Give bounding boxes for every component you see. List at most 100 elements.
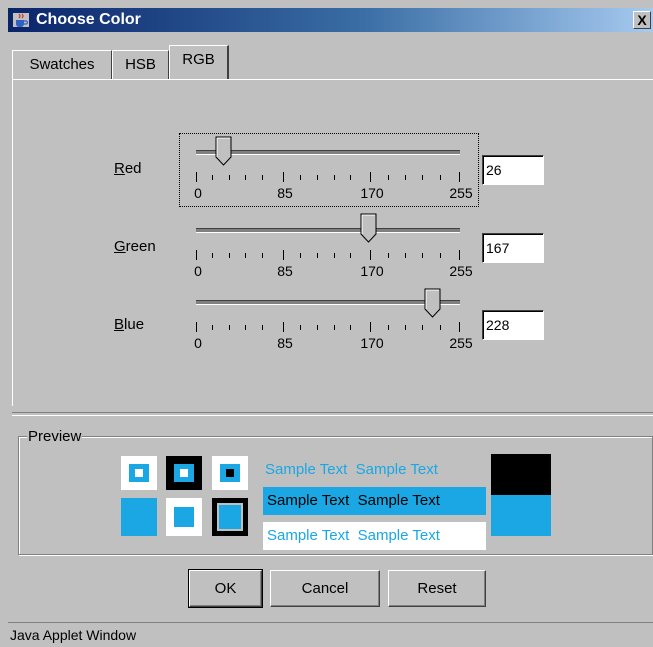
- blue-tick: [245, 325, 246, 330]
- red-slider-track[interactable]: [196, 150, 460, 155]
- reset-button[interactable]: Reset: [388, 570, 486, 607]
- blue-tick: [350, 325, 351, 330]
- green-slider-track[interactable]: [196, 228, 460, 233]
- red-tick: [245, 175, 246, 180]
- green-tick: [317, 253, 318, 258]
- blue-tick-major: [283, 322, 284, 332]
- preview-swatch-inner: [217, 503, 243, 531]
- green-tick: [405, 253, 406, 258]
- window-title: Choose Color: [36, 11, 141, 28]
- preview-color-selected: [491, 495, 551, 536]
- green-tick: [334, 253, 335, 258]
- blue-scale-label: 0: [194, 335, 202, 351]
- blue-slider-track[interactable]: [196, 300, 460, 305]
- blue-label: Blue: [114, 316, 145, 333]
- preview-swatch-inner: [174, 464, 194, 482]
- red-scale-label: 85: [277, 185, 293, 201]
- red-tick: [212, 175, 213, 180]
- rgb-panel: [12, 79, 653, 406]
- red-scale-label: 0: [194, 185, 202, 201]
- green-tick: [262, 253, 263, 258]
- green-tick-major: [196, 250, 197, 260]
- blue-tick: [388, 325, 389, 330]
- red-tick-major: [370, 172, 371, 182]
- red-tick: [405, 175, 406, 180]
- preview-swatch: [166, 498, 202, 536]
- preview-swatch: [121, 456, 157, 490]
- red-tick: [317, 175, 318, 180]
- title-bar[interactable]: Choose Color X: [8, 8, 653, 32]
- blue-scale-label: 85: [277, 335, 293, 351]
- green-tick: [350, 253, 351, 258]
- green-scale-label: 0: [194, 263, 202, 279]
- green-tick: [229, 253, 230, 258]
- red-tick: [440, 175, 441, 180]
- blue-tick: [229, 325, 230, 330]
- preview-swatch-center: [135, 469, 143, 477]
- preview-swatch-inner: [220, 464, 240, 482]
- red-scale-label: 255: [449, 185, 473, 201]
- blue-tick-major: [459, 322, 460, 332]
- tab-swatches[interactable]: Swatches: [12, 50, 112, 79]
- preview-swatch: [121, 498, 157, 536]
- blue-tick: [334, 325, 335, 330]
- green-scale-label: 170: [360, 263, 384, 279]
- sample-text-row: Sample Text Sample Text: [263, 487, 486, 515]
- sample-text: Sample Text: [267, 492, 350, 509]
- ok-button[interactable]: OK: [188, 569, 263, 608]
- preview-swatch-inner: [129, 464, 149, 482]
- red-tick: [262, 175, 263, 180]
- green-tick: [440, 253, 441, 258]
- blue-tick: [440, 325, 441, 330]
- applet-status-bar: Java Applet Window: [8, 622, 653, 647]
- close-button[interactable]: X: [633, 11, 651, 29]
- red-scale-label: 170: [360, 185, 384, 201]
- blue-tick: [300, 325, 301, 330]
- red-tick: [334, 175, 335, 180]
- green-tick-major: [459, 250, 460, 260]
- blue-tick: [422, 325, 423, 330]
- green-scale-label: 255: [449, 263, 473, 279]
- preview-swatch: [212, 456, 248, 490]
- tab-rgb[interactable]: RGB: [169, 45, 229, 80]
- preview-swatch-center: [226, 469, 234, 477]
- blue-scale-label: 255: [449, 335, 473, 351]
- green-tick: [388, 253, 389, 258]
- sample-text: Sample Text: [265, 461, 348, 478]
- preview-swatch: [166, 456, 202, 490]
- red-tick-major: [459, 172, 460, 182]
- blue-tick-major: [370, 322, 371, 332]
- green-value-field[interactable]: 167: [482, 233, 544, 263]
- panel-divider: [12, 412, 653, 416]
- green-tick-major: [283, 250, 284, 260]
- java-cup-icon: [13, 13, 29, 27]
- sample-text: Sample Text: [357, 527, 440, 544]
- sample-text: Sample Text: [357, 492, 440, 509]
- red-tick: [300, 175, 301, 180]
- blue-tick: [405, 325, 406, 330]
- tab-hsb[interactable]: HSB: [112, 50, 169, 79]
- color-chooser-window: Choose Color X Swatches HSB RGB Red 0 85…: [0, 0, 653, 647]
- sample-text-row: Sample Text Sample Text: [261, 456, 484, 484]
- sample-text: Sample Text: [267, 527, 350, 544]
- preview-title: Preview: [27, 428, 83, 445]
- green-label: Green: [114, 238, 156, 255]
- sample-text-row: Sample Text Sample Text: [263, 522, 486, 550]
- green-tick: [422, 253, 423, 258]
- red-value-field[interactable]: 26: [482, 155, 544, 185]
- sample-text: Sample Text: [355, 461, 438, 478]
- blue-value-field[interactable]: 228: [482, 310, 544, 340]
- red-label: Red: [114, 160, 142, 177]
- cancel-button[interactable]: Cancel: [270, 570, 380, 607]
- preview-color-black: [491, 454, 551, 495]
- preview-swatch-center: [180, 469, 188, 477]
- red-tick-major: [283, 172, 284, 182]
- red-tick: [388, 175, 389, 180]
- preview-swatch: [212, 498, 248, 536]
- red-tick-major: [196, 172, 197, 182]
- red-slider-thumb[interactable]: [215, 136, 233, 166]
- green-scale-label: 85: [277, 263, 293, 279]
- green-slider-thumb[interactable]: [360, 213, 378, 243]
- preview-swatch-inner: [174, 507, 194, 527]
- blue-slider-thumb[interactable]: [424, 288, 442, 318]
